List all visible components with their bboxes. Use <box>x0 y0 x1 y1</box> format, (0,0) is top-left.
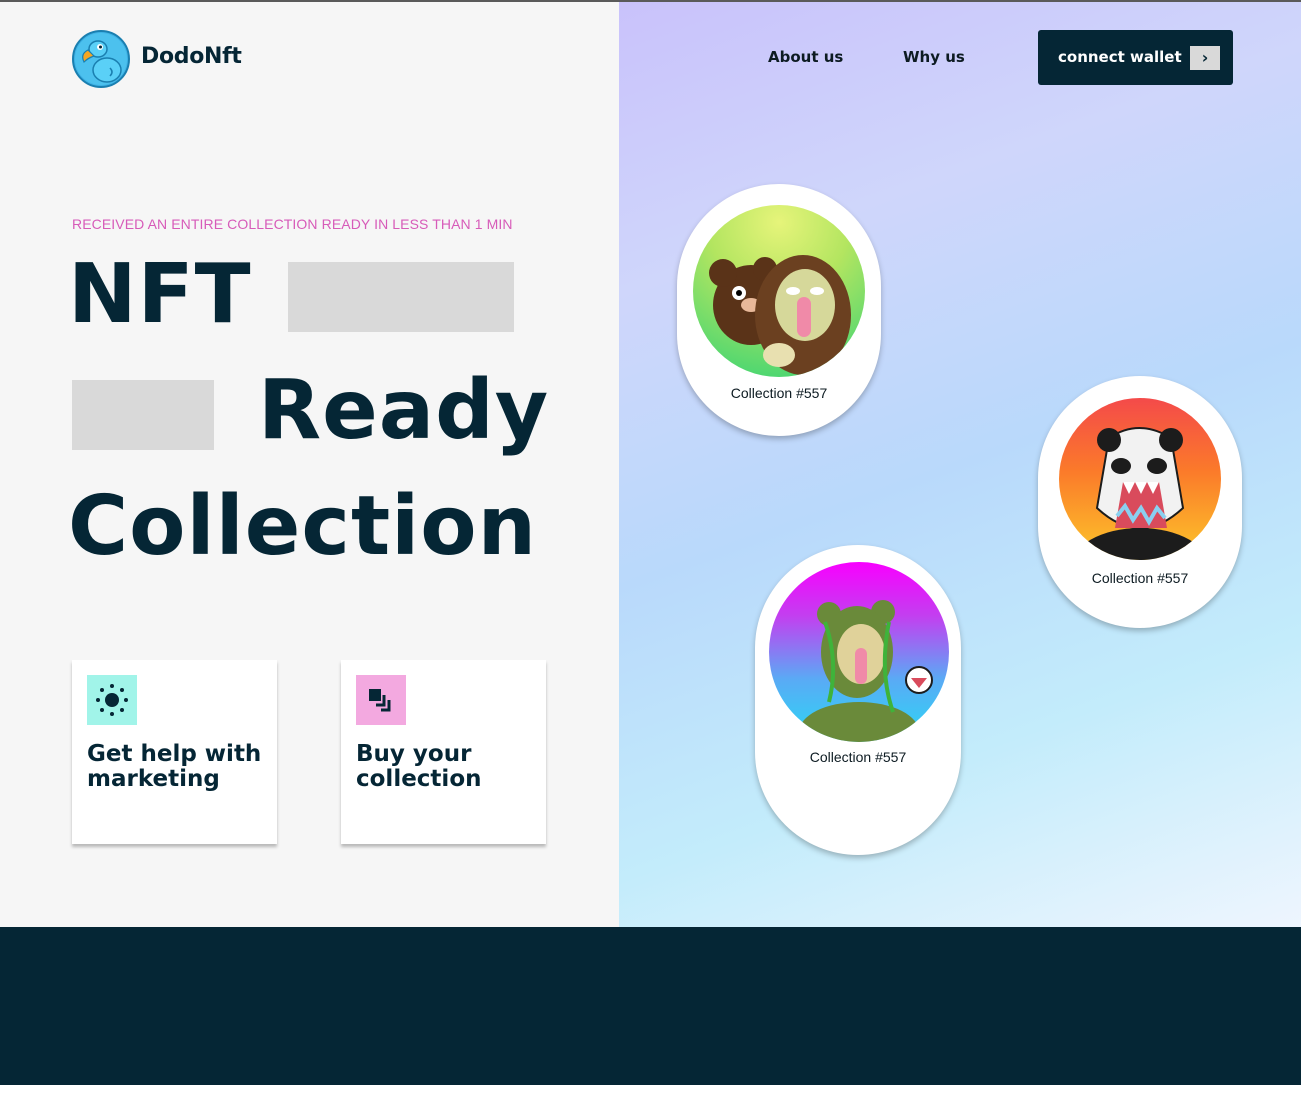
nft-label: Collection #557 <box>1091 570 1189 586</box>
hero-word-collection: Collection <box>68 479 537 574</box>
nft-card[interactable]: Collection #557 <box>677 184 881 436</box>
nav-why-us[interactable]: Why us <box>903 48 965 66</box>
connect-wallet-label: connect wallet <box>1058 48 1182 66</box>
brand-name[interactable]: DodoNft <box>141 44 242 69</box>
stack-squares-icon <box>356 675 406 725</box>
hero-word-ready: Ready <box>258 363 550 458</box>
nft-label: Collection #557 <box>730 385 828 401</box>
chevron-right-icon: › <box>1190 46 1220 70</box>
hero-eyebrow: RECEIVED AN ENTIRE COLLECTION READY IN L… <box>72 216 513 232</box>
nft-card[interactable]: Collection #557 <box>1038 376 1242 628</box>
connect-wallet-button[interactable]: connect wallet › <box>1038 30 1233 85</box>
marketing-help-card[interactable]: Get help with marketing <box>72 660 277 844</box>
hero-placeholder-block <box>288 262 514 332</box>
card-title: Buy your collection <box>356 741 482 792</box>
hero-word-nft: NFT <box>68 247 252 342</box>
bear-zombie-art <box>693 205 865 377</box>
card-title: Get help with marketing <box>87 741 262 792</box>
buy-collection-card[interactable]: Buy your collection <box>341 660 546 844</box>
panda-zombie-art <box>1059 398 1221 560</box>
sun-icon <box>87 675 137 725</box>
dodo-logo-icon[interactable] <box>72 30 130 88</box>
nav-about-us[interactable]: About us <box>768 48 843 66</box>
plant-bear-art <box>769 562 949 742</box>
nft-card[interactable]: Collection #557 <box>755 545 961 855</box>
hero-placeholder-block <box>72 380 214 450</box>
footer-band <box>0 927 1301 1085</box>
nft-label: Collection #557 <box>809 749 907 765</box>
